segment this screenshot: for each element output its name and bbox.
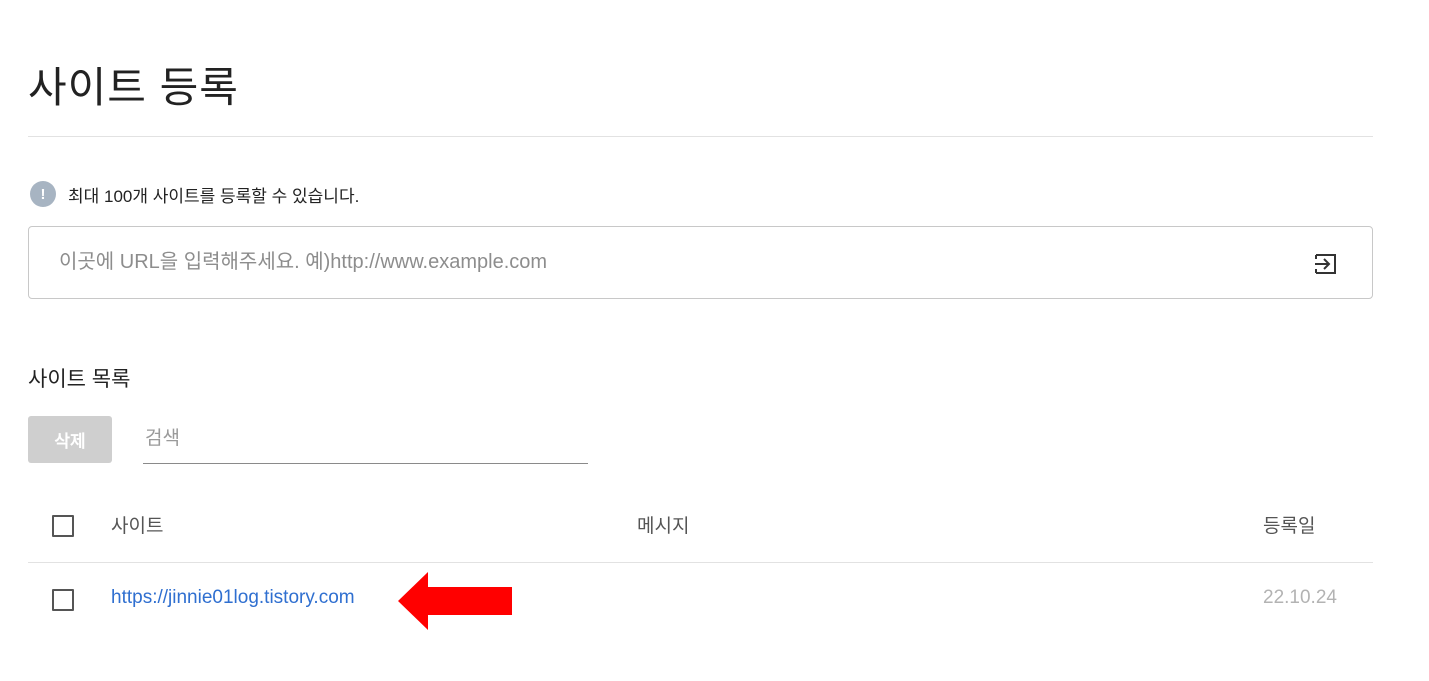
page-title: 사이트 등록 [28, 64, 239, 111]
table-header-divider [28, 562, 1373, 563]
row-checkbox[interactable] [52, 589, 74, 611]
enter-arrow-icon[interactable] [1313, 251, 1339, 277]
column-header-site: 사이트 [111, 516, 164, 537]
column-header-message: 메시지 [637, 516, 690, 537]
notice-text: 최대 100개 사이트를 등록할 수 있습니다. [68, 186, 360, 206]
url-input[interactable] [59, 251, 1259, 274]
search-input[interactable] [143, 416, 588, 463]
site-link[interactable]: https://jinnie01log.tistory.com [111, 587, 355, 609]
delete-button[interactable]: 삭제 [28, 416, 112, 463]
exclamation-info-icon: ! [30, 181, 56, 207]
red-arrow-annotation [398, 572, 512, 630]
search-box [143, 416, 588, 464]
notice: ! 최대 100개 사이트를 등록할 수 있습니다. [30, 180, 359, 208]
url-input-box [28, 226, 1373, 299]
title-divider [28, 136, 1373, 137]
site-list-title: 사이트 목록 [28, 368, 131, 391]
select-all-checkbox[interactable] [52, 515, 74, 537]
registration-date: 22.10.24 [1263, 587, 1337, 608]
column-header-date: 등록일 [1263, 516, 1316, 537]
